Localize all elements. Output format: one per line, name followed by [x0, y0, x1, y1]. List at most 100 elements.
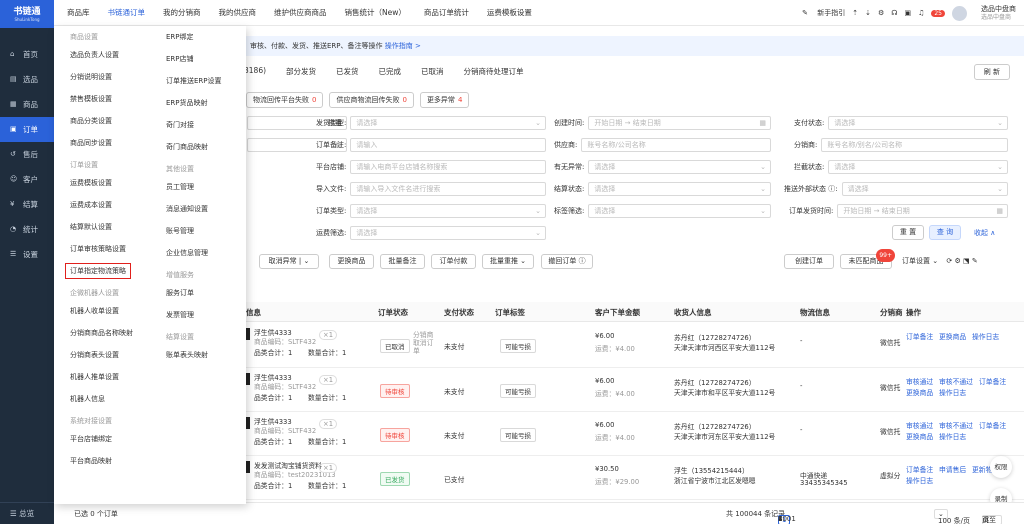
bell-icon[interactable]: ♫ 25 — [918, 9, 945, 17]
sidebar-item-3[interactable]: ▣ 订单 — [0, 117, 54, 142]
sidebar-item-2[interactable]: ▦ 商品 — [0, 92, 54, 117]
status-tab-2[interactable]: 已完成 — [379, 66, 402, 77]
app-logo[interactable]: 书链通 ShuLinkTong — [0, 0, 54, 28]
reset-button[interactable]: 重 置 — [892, 225, 924, 240]
ship-type-field[interactable]: 发货类型: 请选择 ⌄ — [316, 116, 546, 130]
order-tag[interactable]: 可能亏损 — [500, 428, 536, 442]
order-tag[interactable]: 可能亏损 — [500, 339, 536, 353]
next-page-icon[interactable]: › — [778, 515, 781, 523]
top-nav-item-3[interactable]: 我的供应商 — [210, 7, 266, 18]
push-status-select[interactable]: 请选择 ⌄ — [841, 182, 1008, 196]
exception-chip-0[interactable]: 物流回传平台失败 0 — [246, 92, 324, 108]
remark-field[interactable]: 订单备注: 请输入 — [316, 138, 546, 152]
menu-item-col2-3[interactable]: ERP货品映射 — [166, 98, 208, 108]
service-icon[interactable]: ☊ — [891, 9, 897, 17]
withdraw-order-button[interactable]: 撤回订单 ⓘ — [541, 254, 593, 269]
menu-item-col1-4[interactable]: 商品分类设置 — [70, 116, 112, 126]
sidebar-item-1[interactable]: ▤ 选品 — [0, 67, 54, 92]
row-action-4[interactable]: 操作日志 — [939, 431, 966, 441]
top-nav-item-6[interactable]: 商品订单统计 — [415, 7, 478, 18]
settings-icon[interactable]: ⚙ — [878, 9, 884, 17]
menu-item-col2-10[interactable]: 企业信息管理 — [166, 248, 208, 258]
row-action-3[interactable]: 操作日志 — [906, 475, 933, 485]
query-button[interactable]: 查 询 — [929, 225, 961, 240]
notice-guide-link[interactable]: 操作指南 > — [385, 42, 421, 50]
status-tab-1[interactable]: 已发货 — [336, 66, 359, 77]
download-icon[interactable]: ⇣ — [865, 9, 871, 17]
menu-item-col2-12[interactable]: 服务订单 — [166, 288, 194, 298]
menu-item-col1-11[interactable]: 订单指定物流策略 — [65, 263, 131, 279]
menu-item-col2-15[interactable]: 账单表头映射 — [166, 350, 208, 360]
pay-status-select[interactable]: 请选择 ⌄ — [828, 116, 1008, 130]
freight-filter-field[interactable]: 运费筛选: 请选择 ⌄ — [316, 226, 546, 240]
platform-store-field[interactable]: 平台店铺: 请输入电商平台店铺名称搜索 — [316, 160, 546, 174]
edit-icon[interactable]: ✎ — [972, 257, 978, 265]
menu-item-col1-13[interactable]: 机器人收单设置 — [70, 306, 119, 316]
top-nav-item-7[interactable]: 运费模板设置 — [478, 7, 541, 18]
order-type-select[interactable]: 请选择 ⌄ — [350, 204, 546, 218]
sidebar-item-6[interactable]: ¥ 结算 — [0, 192, 54, 217]
menu-item-col1-10[interactable]: 订单审核策略设置 — [70, 244, 126, 254]
distributor-field[interactable]: 分销商: 账号名称/别名/公司名称 — [794, 138, 1008, 152]
menu-item-col2-2[interactable]: 订单推送ERP设置 — [166, 76, 222, 86]
push-time-range[interactable]: 开始日期 → 结束日期 ▦ — [837, 204, 1008, 218]
cancel-exception-button[interactable]: 取消异常 | ⌄ — [259, 254, 319, 269]
row-action-1[interactable]: 审核不通过 — [939, 376, 973, 386]
row-action-2[interactable]: 订单备注 — [979, 420, 1006, 430]
distributor-input[interactable]: 账号名称/别名/公司名称 — [821, 138, 1008, 152]
menu-item-col2-9[interactable]: 账号管理 — [166, 226, 194, 236]
remark-input[interactable]: 请输入 — [350, 138, 546, 152]
freight-filter-select[interactable]: 请选择 ⌄ — [350, 226, 546, 240]
menu-item-col2-0[interactable]: ERP绑定 — [166, 32, 194, 42]
status-tab-all-count[interactable]: 3186) — [244, 66, 266, 77]
exception-field[interactable]: 有无异常: 请选择 ⌄ — [554, 160, 771, 174]
change-goods-button[interactable]: 更换商品 — [329, 254, 374, 269]
settle-status-select[interactable]: 请选择 ⌄ — [588, 182, 771, 196]
supplier-input[interactable]: 账号名称/公司名称 — [581, 138, 771, 152]
intercept-select[interactable]: 请选择 ⌄ — [828, 160, 1008, 174]
refresh-button[interactable]: 刷 新 — [973, 64, 1010, 80]
row-action-0[interactable]: 订单备注 — [906, 331, 933, 341]
page-size-select[interactable]: 100 条/页 ⌄ — [934, 509, 970, 524]
row-action-4[interactable]: 操作日志 — [939, 387, 966, 397]
supplier-field[interactable]: 供应商: 账号名称/公司名称 — [554, 138, 771, 152]
menu-item-col1-8[interactable]: 运费成本设置 — [70, 200, 112, 210]
order-tag[interactable]: 可能亏损 — [500, 384, 536, 398]
create-time-range[interactable]: 开始日期 → 结束日期 ▦ — [588, 116, 771, 130]
guide-link[interactable]: ✎ 新手指引 — [802, 8, 845, 18]
clipboard-icon[interactable]: ▣ — [904, 9, 911, 17]
top-nav-item-2[interactable]: 我的分销商 — [154, 7, 210, 18]
settle-status-field[interactable]: 结算状态: 请选择 ⌄ — [554, 182, 771, 196]
sidebar-item-4[interactable]: ↺ 售后 — [0, 142, 54, 167]
permission-float-button[interactable]: 权限 — [990, 456, 1012, 478]
import-file-input[interactable]: 请输入导入文件名进行搜索 — [350, 182, 546, 196]
menu-item-col1-14[interactable]: 分销商商品名称映射 — [70, 328, 133, 338]
exception-select[interactable]: 请选择 ⌄ — [588, 160, 771, 174]
import-file-field[interactable]: 导入文件: 请输入导入文件名进行搜索 — [316, 182, 546, 196]
menu-item-col1-1[interactable]: 选品负责人设置 — [70, 50, 119, 60]
exception-chip-2[interactable]: 更多异常 4 — [419, 92, 470, 108]
menu-item-col1-9[interactable]: 结算默认设置 — [70, 222, 112, 232]
row-action-0[interactable]: 审核通过 — [906, 420, 933, 430]
push-time-field[interactable]: 订单发货时间: 开始日期 → 结束日期 ▦ — [789, 204, 1008, 218]
menu-item-col1-17[interactable]: 机器人信息 — [70, 394, 105, 404]
ship-type-select[interactable]: 请选择 ⌄ — [350, 116, 546, 130]
menu-item-col2-13[interactable]: 发票管理 — [166, 310, 194, 320]
unmatched-goods-button[interactable]: 未匹配商品 99+ — [840, 249, 895, 269]
exception-chip-1[interactable]: 供应商物流回传失败 0 — [329, 92, 414, 108]
menu-item-col2-4[interactable]: 奇门对接 — [166, 120, 194, 130]
menu-item-col1-19[interactable]: 平台店铺绑定 — [70, 434, 112, 444]
pay-status-field[interactable]: 支付状态: 请选择 ⌄ — [794, 116, 1008, 130]
collapse-filters-link[interactable]: 收起 ∧ — [974, 228, 995, 238]
top-nav-item-4[interactable]: 维护供应商商品 — [265, 7, 336, 18]
top-nav-item-0[interactable]: 商品库 — [58, 7, 99, 18]
menu-item-col2-8[interactable]: 消息通知设置 — [166, 204, 208, 214]
row-action-1[interactable]: 申请售后 — [939, 464, 966, 474]
reload-icon[interactable]: ⟳ — [946, 257, 952, 265]
push-status-field[interactable]: 推送外部状态 ⓘ: 请选择 ⌄ — [784, 182, 1008, 196]
row-action-1[interactable]: 审核不通过 — [939, 420, 973, 430]
user-menu[interactable]: 选品中盘商 选品中盘商 — [974, 5, 1016, 22]
menu-item-col1-20[interactable]: 平台商品映射 — [70, 456, 112, 466]
menu-item-col2-5[interactable]: 奇门商品映射 — [166, 142, 208, 152]
tag-filter-select[interactable]: 请选择 ⌄ — [588, 204, 771, 218]
